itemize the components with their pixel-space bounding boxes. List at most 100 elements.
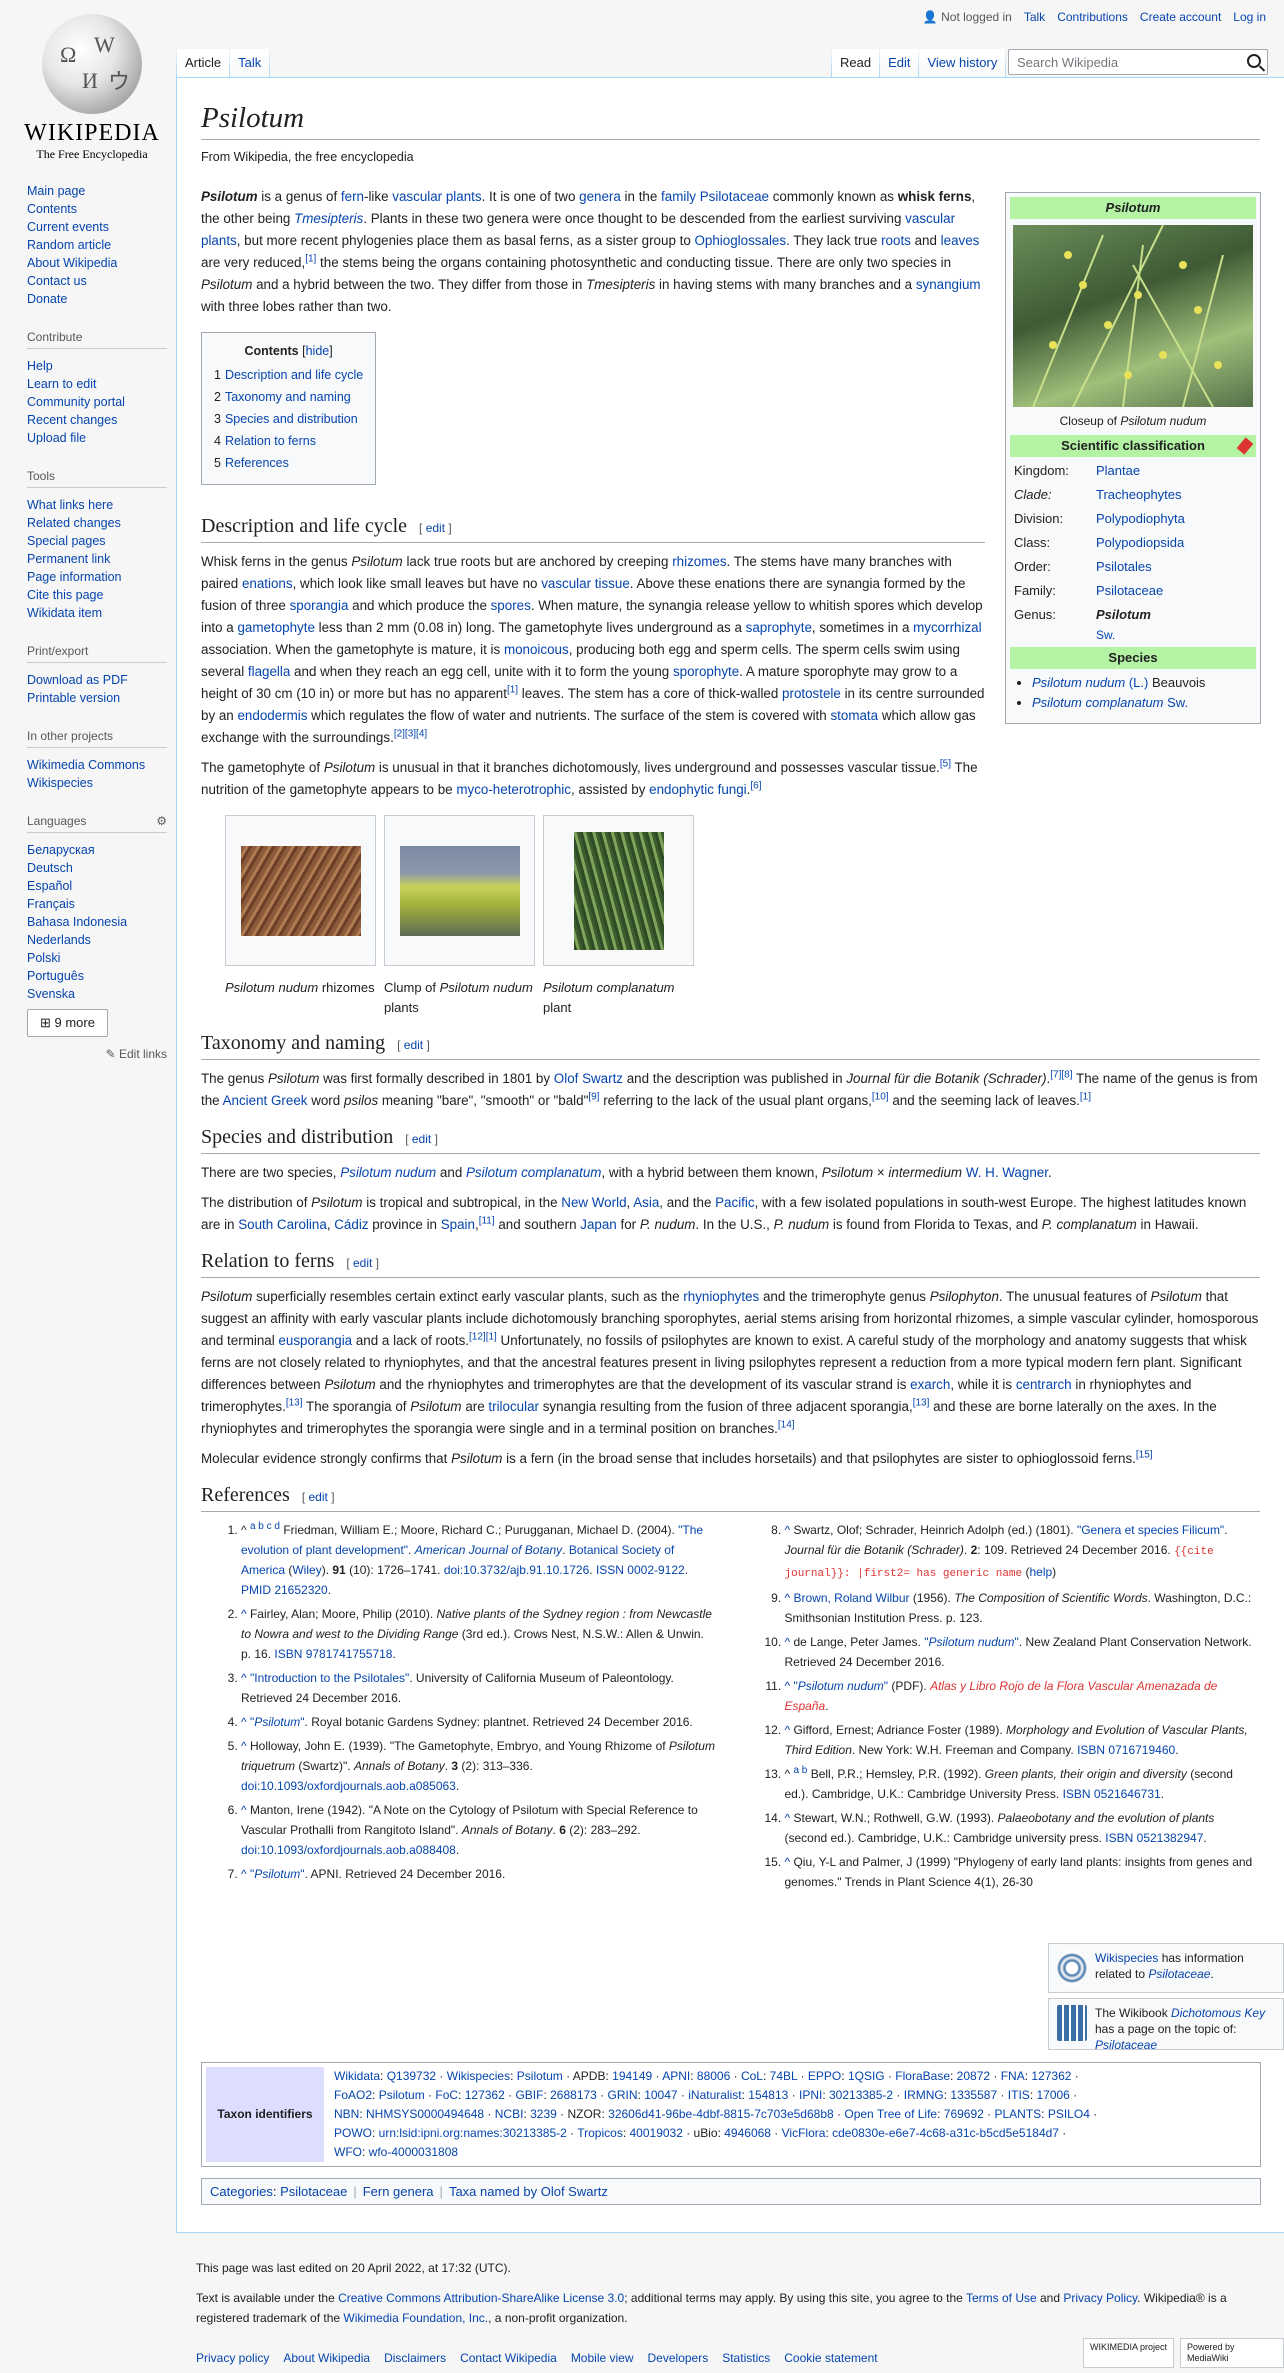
tab-article[interactable]: Article (177, 49, 230, 77)
edit-pencil-icon[interactable] (1236, 437, 1254, 455)
talk-link[interactable]: Talk (1024, 10, 1045, 24)
sidebar-item-tools-0[interactable]: What links here (27, 496, 167, 514)
sidebar-item-lang-8[interactable]: Svenska (27, 985, 167, 1003)
edit-section-link[interactable]: edit (309, 1490, 328, 1504)
sidebar-item-nav-1[interactable]: Contents (27, 200, 167, 218)
toc-item[interactable]: 4 Relation to ferns (214, 430, 363, 452)
taxon-link[interactable]: Polypodiopsida (1096, 535, 1184, 550)
toc-item[interactable]: 1 Description and life cycle (214, 364, 363, 386)
sidebar-item-tools-4[interactable]: Page information (27, 568, 167, 586)
wikibooks-box: The Wikibook Dichotomous Key has a page … (1048, 1998, 1284, 2052)
sidebar-item-lang-3[interactable]: Français (27, 895, 167, 913)
gallery-item[interactable]: Psilotum complanatum plant (543, 815, 694, 1018)
gear-icon[interactable]: ⚙ (156, 814, 167, 828)
sidebar-item-tools-1[interactable]: Related changes (27, 514, 167, 532)
classification-row: Division: Polypodiophyta (1014, 511, 1185, 526)
sidebar-item-lang-4[interactable]: Bahasa Indonesia (27, 913, 167, 931)
taxon-link[interactable]: Tracheophytes (1096, 487, 1182, 502)
tab-history[interactable]: View history (919, 49, 1006, 77)
section-heading: Description and life cycle[ edit ] (201, 515, 985, 543)
sidebar-item-contribute-2[interactable]: Community portal (27, 393, 167, 411)
sidebar-item-lang-1[interactable]: Deutsch (27, 859, 167, 877)
sidebar-item-contribute-4[interactable]: Upload file (27, 429, 167, 447)
toc-item[interactable]: 3 Species and distribution (214, 408, 363, 430)
edit-section-link[interactable]: edit (426, 521, 445, 535)
sidebar-item-contribute-0[interactable]: Help (27, 357, 167, 375)
category-link[interactable]: Taxa named by Olof Swartz (449, 2184, 608, 2199)
sidebar-item-contribute-1[interactable]: Learn to edit (27, 375, 167, 393)
sidebar-item-print-1[interactable]: Printable version (27, 689, 167, 707)
sidebar-item-project-1[interactable]: Wikispecies (27, 774, 167, 792)
edit-links[interactable]: ✎ Edit links (27, 1047, 167, 1061)
sidebar-item-nav-4[interactable]: About Wikipedia (27, 254, 167, 272)
tab-read[interactable]: Read (832, 49, 880, 77)
gallery-item[interactable]: Psilotum nudum rhizomes (225, 815, 376, 1018)
site-sub: From Wikipedia, the free encyclopedia (201, 150, 414, 164)
tab-talk[interactable]: Talk (230, 49, 270, 77)
toc-item[interactable]: 2 Taxonomy and naming (214, 386, 363, 408)
taxon-link[interactable]: Psilotales (1096, 559, 1152, 574)
wikipedia-logo[interactable]: ΩWИウ WIKIPEDIA The Free Encyclopedia (18, 14, 166, 162)
sidebar-item-tools-3[interactable]: Permanent link (27, 550, 167, 568)
contributions-link[interactable]: Contributions (1057, 10, 1128, 24)
search-icon[interactable] (1247, 54, 1261, 68)
more-languages-button[interactable]: ⊞ 9 more (27, 1009, 108, 1037)
sidebar-item-tools-2[interactable]: Special pages (27, 532, 167, 550)
sidebar-item-nav-0[interactable]: Main page (27, 182, 167, 200)
footer-link-6[interactable]: Statistics (722, 2348, 770, 2368)
reference-item: ^ Gifford, Ernest; Adriance Foster (1989… (785, 1720, 1261, 1760)
sidebar-item-nav-3[interactable]: Random article (27, 236, 167, 254)
paragraph: The gametophyte of Psilotum is unusual i… (201, 758, 978, 797)
sidebar-item-nav-5[interactable]: Contact us (27, 272, 167, 290)
footer-link-1[interactable]: About Wikipedia (283, 2348, 370, 2368)
search-input[interactable]: Search Wikipedia (1008, 49, 1268, 75)
reference-item: ^ "Psilotum nudum" (PDF). Atlas y Libro … (785, 1676, 1261, 1716)
sidebar-item-project-0[interactable]: Wikimedia Commons (27, 756, 167, 774)
species-header: Species (1010, 647, 1256, 669)
edit-section-link[interactable]: edit (412, 1132, 431, 1146)
taxon-link[interactable]: Psilotaceae (1096, 583, 1163, 598)
reference-item: ^ Manton, Irene (1942). "A Note on the C… (241, 1800, 717, 1860)
categories-link[interactable]: Categories (210, 2184, 273, 2199)
create-account-link[interactable]: Create account (1140, 10, 1221, 24)
sidebar-item-lang-6[interactable]: Polski (27, 949, 167, 967)
sidebar-item-lang-2[interactable]: Español (27, 877, 167, 895)
sidebar-item-contribute-3[interactable]: Recent changes (27, 411, 167, 429)
edit-section-link[interactable]: edit (353, 1256, 372, 1270)
toc-hide-button[interactable]: hide (306, 344, 330, 358)
footer-link-5[interactable]: Developers (648, 2348, 709, 2368)
paragraph: The genus Psilotum was first formally de… (201, 1069, 1258, 1108)
reference-item: ^ a b c d Friedman, William E.; Moore, R… (241, 1520, 717, 1600)
sidebar-item-nav-6[interactable]: Donate (27, 290, 167, 308)
wikimedia-project-badge[interactable]: WIKIMEDIA project (1083, 2338, 1175, 2368)
footer-link-2[interactable]: Disclaimers (384, 2348, 446, 2368)
footer-link-3[interactable]: Contact Wikipedia (460, 2348, 557, 2368)
gallery-item[interactable]: Clump of Psilotum nudum plants (384, 815, 535, 1018)
tab-edit[interactable]: Edit (880, 49, 919, 77)
powered-by-mediawiki-badge[interactable]: Powered by MediaWiki (1180, 2338, 1284, 2368)
sidebar-item-tools-5[interactable]: Cite this page (27, 586, 167, 604)
category-link[interactable]: Fern genera (363, 2184, 434, 2199)
sidebar-item-nav-2[interactable]: Current events (27, 218, 167, 236)
taxon-link[interactable]: Polypodiophyta (1096, 511, 1185, 526)
login-link[interactable]: Log in (1233, 10, 1266, 24)
sidebar-heading-projects: In other projects (27, 729, 167, 748)
sidebar-item-print-0[interactable]: Download as PDF (27, 671, 167, 689)
last-edited: This page was last edited on 20 April 20… (196, 2261, 511, 2275)
category-link[interactable]: Psilotaceae (280, 2184, 347, 2199)
toc-item[interactable]: 5 References (214, 452, 363, 474)
infobox-image[interactable] (1013, 225, 1253, 407)
edit-section-link[interactable]: edit (404, 1038, 423, 1052)
taxon-link[interactable]: Plantae (1096, 463, 1140, 478)
footer-link-0[interactable]: Privacy policy (196, 2348, 269, 2368)
sidebar-item-lang-0[interactable]: Беларуская (27, 841, 167, 859)
wikispecies-link[interactable]: Wikispecies (1095, 1951, 1158, 1965)
sidebar-item-lang-5[interactable]: Nederlands (27, 931, 167, 949)
footer-link-7[interactable]: Cookie statement (784, 2348, 877, 2368)
sidebar-item-lang-7[interactable]: Português (27, 967, 167, 985)
scientific-classification-header: Scientific classification (1010, 435, 1256, 457)
reference-item: ^ "Psilotum". APNI. Retrieved 24 Decembe… (241, 1864, 717, 1884)
sidebar-item-tools-6[interactable]: Wikidata item (27, 604, 167, 622)
reference-item: ^ Fairley, Alan; Moore, Philip (2010). N… (241, 1604, 717, 1664)
footer-link-4[interactable]: Mobile view (571, 2348, 634, 2368)
